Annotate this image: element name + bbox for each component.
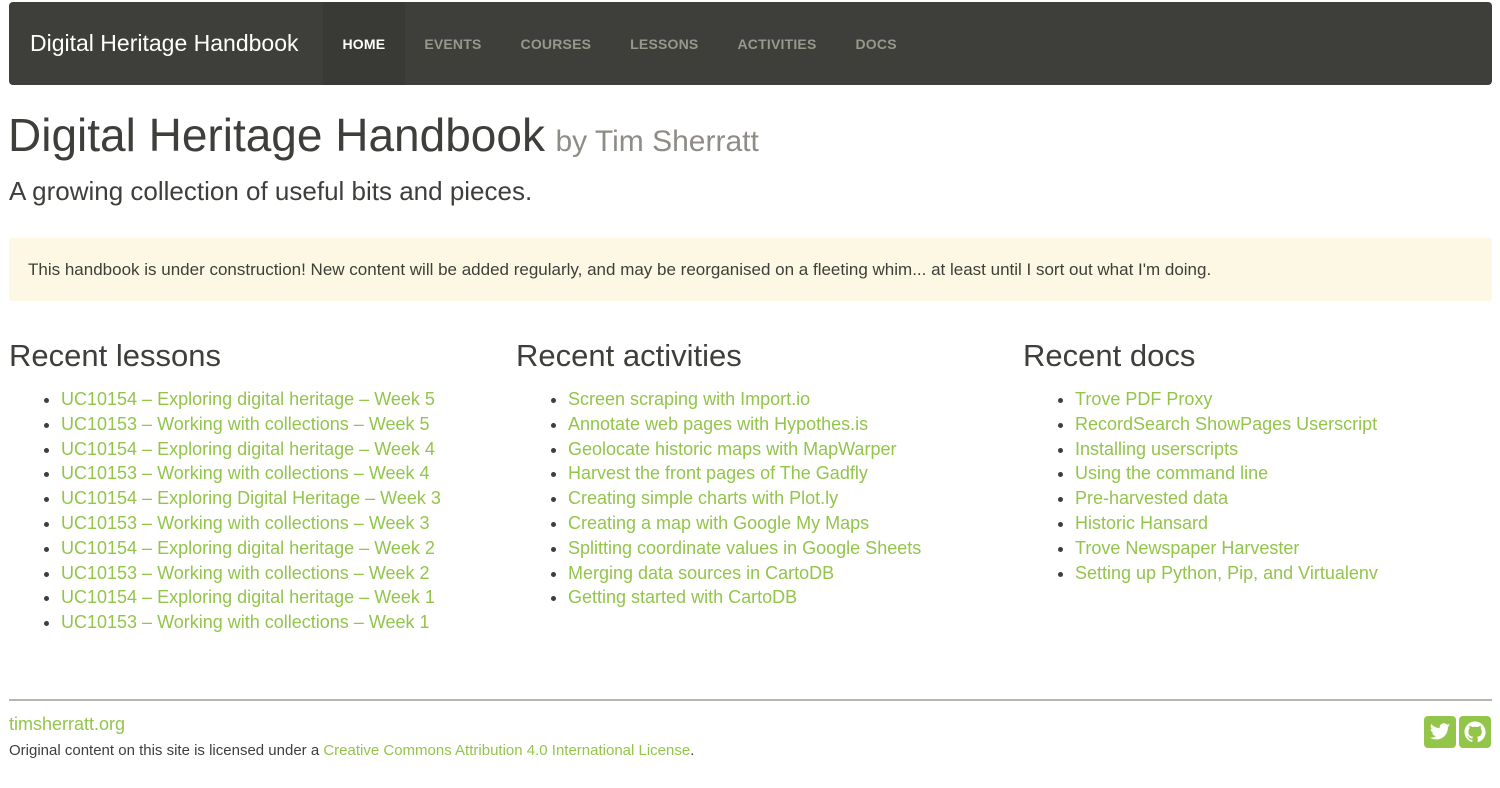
nav-activities[interactable]: ACTIVITIES: [718, 2, 836, 85]
list-item: Installing userscripts: [1075, 437, 1500, 462]
list-item: Historic Hansard: [1075, 511, 1500, 536]
recent-docs-heading: Recent docs: [1023, 338, 1196, 373]
twitter-icon: [1429, 723, 1451, 740]
list-item: UC10154 – Exploring digital heritage – W…: [61, 387, 489, 412]
list-item: Getting started with CartoDB: [568, 585, 996, 610]
nav-lessons[interactable]: LESSONS: [611, 2, 718, 85]
recent-activities-section: Recent activities Screen scraping with I…: [516, 338, 996, 610]
list-item: Creating simple charts with Plot.ly: [568, 486, 996, 511]
nav-menu: HOME EVENTS COURSES LESSONS ACTIVITIES D…: [323, 2, 916, 85]
activity-link[interactable]: Annotate web pages with Hypothes.is: [568, 414, 868, 434]
list-item: UC10153 – Working with collections – Wee…: [61, 610, 489, 635]
doc-link[interactable]: Installing userscripts: [1075, 439, 1238, 459]
doc-link[interactable]: Using the command line: [1075, 463, 1268, 483]
lesson-link[interactable]: UC10154 – Exploring digital heritage – W…: [61, 587, 435, 607]
activity-link[interactable]: Getting started with CartoDB: [568, 587, 797, 607]
nav-home[interactable]: HOME: [323, 2, 405, 85]
list-item: UC10154 – Exploring digital heritage – W…: [61, 585, 489, 610]
list-item: UC10154 – Exploring digital heritage – W…: [61, 536, 489, 561]
nav-events[interactable]: EVENTS: [405, 2, 501, 85]
list-item: Harvest the front pages of The Gadfly: [568, 461, 996, 486]
list-item: Geolocate historic maps with MapWarper: [568, 437, 996, 462]
activity-link[interactable]: Splitting coordinate values in Google Sh…: [568, 538, 921, 558]
page-lead: A growing collection of useful bits and …: [9, 176, 533, 206]
list-item: Pre-harvested data: [1075, 486, 1500, 511]
list-item: UC10153 – Working with collections – Wee…: [61, 461, 489, 486]
lesson-link[interactable]: UC10154 – Exploring Digital Heritage – W…: [61, 488, 441, 508]
doc-link[interactable]: Historic Hansard: [1075, 513, 1208, 533]
github-icon: [1464, 721, 1486, 743]
doc-link[interactable]: Trove Newspaper Harvester: [1075, 538, 1299, 558]
construction-notice: This handbook is under construction! New…: [9, 238, 1492, 301]
twitter-button[interactable]: [1424, 716, 1456, 748]
lesson-link[interactable]: UC10153 – Working with collections – Wee…: [61, 612, 430, 632]
recent-lessons-heading: Recent lessons: [9, 338, 221, 373]
notice-text: This handbook is under construction! New…: [28, 259, 1212, 279]
footer-site-link[interactable]: timsherratt.org: [9, 714, 125, 735]
recent-docs-section: Recent docs Trove PDF Proxy RecordSearch…: [1023, 338, 1500, 585]
recent-activities-heading: Recent activities: [516, 338, 742, 373]
activity-link[interactable]: Creating a map with Google My Maps: [568, 513, 869, 533]
list-item: Trove Newspaper Harvester: [1075, 536, 1500, 561]
list-item: Trove PDF Proxy: [1075, 387, 1500, 412]
lesson-link[interactable]: UC10154 – Exploring digital heritage – W…: [61, 439, 435, 459]
recent-lessons-section: Recent lessons UC10154 – Exploring digit…: [9, 338, 489, 635]
lesson-link[interactable]: UC10153 – Working with collections – Wee…: [61, 563, 430, 583]
list-item: Creating a map with Google My Maps: [568, 511, 996, 536]
activity-link[interactable]: Merging data sources in CartoDB: [568, 563, 834, 583]
recent-lessons-list: UC10154 – Exploring digital heritage – W…: [9, 387, 489, 635]
list-item: Splitting coordinate values in Google Sh…: [568, 536, 996, 561]
lesson-link[interactable]: UC10153 – Working with collections – Wee…: [61, 463, 430, 483]
activity-link[interactable]: Harvest the front pages of The Gadfly: [568, 463, 868, 483]
list-item: Screen scraping with Import.io: [568, 387, 996, 412]
footer-divider: [9, 699, 1492, 701]
activity-link[interactable]: Geolocate historic maps with MapWarper: [568, 439, 896, 459]
doc-link[interactable]: Trove PDF Proxy: [1075, 389, 1212, 409]
list-item: UC10154 – Exploring Digital Heritage – W…: [61, 486, 489, 511]
list-item: Setting up Python, Pip, and Virtualenv: [1075, 561, 1500, 586]
lesson-link[interactable]: UC10153 – Working with collections – Wee…: [61, 513, 430, 533]
list-item: UC10153 – Working with collections – Wee…: [61, 561, 489, 586]
nav-docs[interactable]: DOCS: [836, 2, 916, 85]
license-prefix: Original content on this site is license…: [9, 742, 324, 759]
doc-link[interactable]: Pre-harvested data: [1075, 488, 1228, 508]
list-item: Annotate web pages with Hypothes.is: [568, 412, 996, 437]
footer-license: Original content on this site is license…: [9, 742, 694, 759]
list-item: UC10153 – Working with collections – Wee…: [61, 412, 489, 437]
activity-link[interactable]: Screen scraping with Import.io: [568, 389, 810, 409]
activity-link[interactable]: Creating simple charts with Plot.ly: [568, 488, 838, 508]
list-item: Merging data sources in CartoDB: [568, 561, 996, 586]
list-item: Using the command line: [1075, 461, 1500, 486]
navbar: Digital Heritage Handbook HOME EVENTS CO…: [9, 2, 1492, 85]
recent-docs-list: Trove PDF Proxy RecordSearch ShowPages U…: [1023, 387, 1500, 585]
list-item: RecordSearch ShowPages Userscript: [1075, 412, 1500, 437]
page-byline: by Tim Sherratt: [555, 125, 759, 158]
lesson-link[interactable]: UC10154 – Exploring digital heritage – W…: [61, 538, 435, 558]
nav-courses[interactable]: COURSES: [501, 2, 611, 85]
brand-link[interactable]: Digital Heritage Handbook: [9, 30, 323, 57]
recent-activities-list: Screen scraping with Import.io Annotate …: [516, 387, 996, 610]
list-item: UC10153 – Working with collections – Wee…: [61, 511, 489, 536]
page-title-text: Digital Heritage Handbook: [8, 109, 545, 161]
page-title: Digital Heritage Handbook by Tim Sherrat…: [8, 108, 759, 162]
list-item: UC10154 – Exploring digital heritage – W…: [61, 437, 489, 462]
lesson-link[interactable]: UC10153 – Working with collections – Wee…: [61, 414, 430, 434]
doc-link[interactable]: RecordSearch ShowPages Userscript: [1075, 414, 1377, 434]
doc-link[interactable]: Setting up Python, Pip, and Virtualenv: [1075, 563, 1378, 583]
license-link[interactable]: Creative Commons Attribution 4.0 Interna…: [323, 742, 690, 759]
lesson-link[interactable]: UC10154 – Exploring digital heritage – W…: [61, 389, 435, 409]
github-button[interactable]: [1459, 716, 1491, 748]
license-suffix: .: [690, 742, 695, 759]
